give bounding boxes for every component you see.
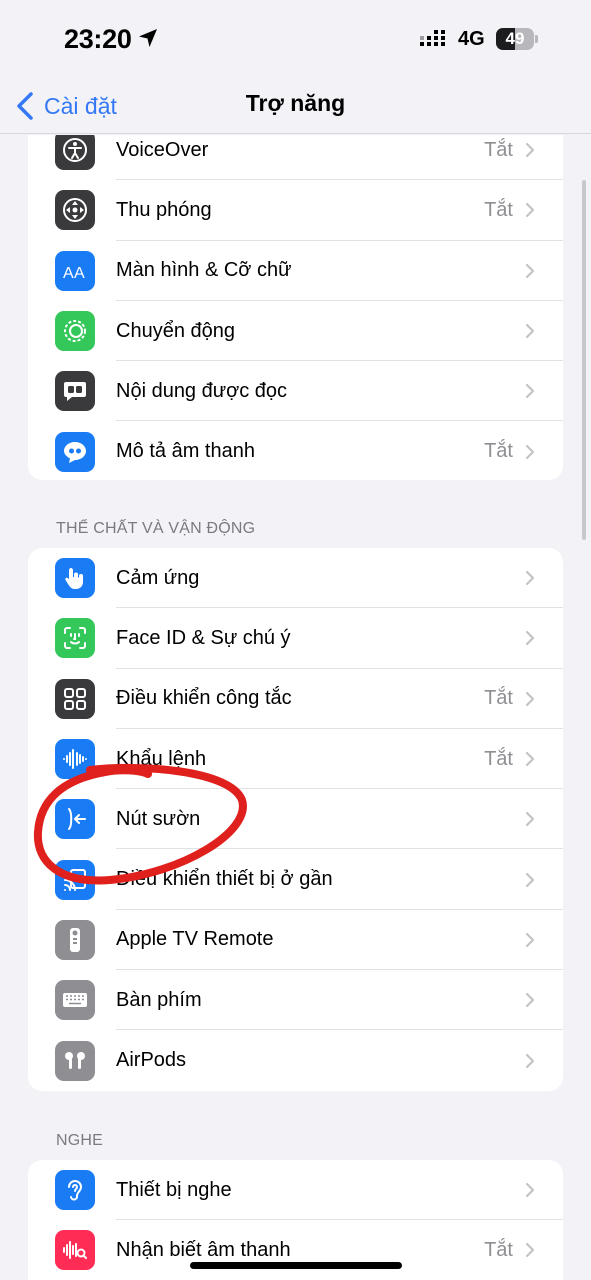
chevron-right-icon [525, 1183, 535, 1198]
row-value: Tắt [484, 198, 513, 221]
row-display-text-size[interactable]: AA Màn hình & Cỡ chữ [28, 241, 563, 302]
row-label: Nội dung được đọc [116, 379, 288, 402]
switch-control-icon [55, 678, 95, 719]
voice-control-icon [55, 739, 95, 780]
audio-description-icon [55, 431, 95, 472]
network-type: 4G [458, 28, 485, 50]
row-label: Chuyển động [116, 319, 235, 342]
chevron-right-icon [525, 384, 535, 399]
row-value: Tắt [484, 138, 513, 161]
status-time: 23:20 [64, 24, 132, 54]
row-motion[interactable]: Chuyển động [28, 301, 563, 362]
text-size-icon: AA [55, 250, 95, 291]
hearing-ear-icon [55, 1170, 95, 1211]
chevron-right-icon [525, 993, 535, 1008]
row-value: Tắt [484, 687, 513, 710]
settings-group-physical-motor: Cảm ứng Face ID & Sự chú ý Điều khiển cô… [28, 548, 563, 1091]
tv-remote-icon [55, 919, 95, 960]
cellular-signal-icon [420, 30, 445, 46]
row-label: Thiết bị nghe [116, 1178, 232, 1201]
row-label: VoiceOver [116, 138, 209, 161]
row-value: Tắt [484, 1238, 513, 1261]
row-hearing-devices[interactable]: Thiết bị nghe [28, 1160, 563, 1221]
row-voice-control[interactable]: Khẩu lệnh Tắt [28, 729, 563, 790]
row-label: Màn hình & Cỡ chữ [116, 259, 292, 282]
row-label: Bàn phím [116, 988, 202, 1011]
row-audio-descriptions[interactable]: Mô tả âm thanh Tắt [28, 421, 563, 480]
row-label: Điều khiển thiết bị ở gần [116, 868, 333, 891]
chevron-right-icon [525, 323, 535, 339]
row-label: Thu phóng [116, 198, 212, 221]
row-sound-recognition[interactable]: Nhận biết âm thanh Tắt [28, 1220, 563, 1280]
spoken-content-icon [55, 371, 95, 412]
navigation-bar: Cài đặt Trợ năng [0, 80, 591, 134]
home-indicator[interactable] [190, 1262, 402, 1269]
row-spoken-content[interactable]: Nội dung được đọc [28, 361, 563, 422]
sound-recognition-icon [55, 1230, 95, 1271]
motion-icon [55, 311, 95, 352]
face-id-icon [55, 618, 95, 659]
status-bar: 23:20 4G 49 [0, 0, 591, 80]
section-header-hearing: NGHE [56, 1132, 104, 1149]
row-touch[interactable]: Cảm ứng [28, 548, 563, 609]
row-value: Tắt [484, 747, 513, 770]
voiceover-icon [55, 135, 95, 171]
row-voiceover[interactable]: VoiceOver Tắt [28, 135, 563, 181]
battery-percent: 49 [505, 29, 525, 48]
row-label: AirPods [116, 1049, 187, 1072]
row-face-id-attention[interactable]: Face ID & Sự chú ý [28, 608, 563, 669]
chevron-right-icon [525, 263, 535, 278]
settings-group-vision: VoiceOver Tắt Thu phóng Tắt AA Màn hình … [28, 135, 563, 480]
battery-icon: 49 [496, 28, 538, 50]
svg-text:A: A [63, 265, 74, 282]
row-keyboards[interactable]: Bàn phím [28, 970, 563, 1031]
keyboard-icon [55, 980, 95, 1021]
touch-hand-icon [55, 558, 95, 599]
chevron-right-icon [525, 1053, 535, 1068]
row-label: Face ID & Sự chú ý [116, 626, 291, 649]
row-value: Tắt [484, 440, 513, 463]
zoom-icon [55, 190, 95, 231]
svg-text:A: A [74, 265, 85, 282]
scroll-indicator[interactable] [582, 180, 586, 540]
chevron-right-icon [525, 444, 535, 459]
row-label: Mô tả âm thanh [116, 440, 255, 463]
chevron-right-icon [525, 1243, 535, 1258]
chevron-right-icon [525, 691, 535, 706]
nearby-devices-icon [55, 859, 95, 900]
row-label: Apple TV Remote [116, 928, 274, 951]
page-title: Trợ năng [245, 90, 346, 116]
row-apple-tv-remote[interactable]: Apple TV Remote [28, 910, 563, 971]
row-label: Khẩu lệnh [116, 747, 207, 770]
row-airpods[interactable]: AirPods [28, 1030, 563, 1090]
row-zoom[interactable]: Thu phóng Tắt [28, 180, 563, 241]
row-label: Cảm ứng [116, 566, 200, 589]
chevron-right-icon [525, 203, 535, 218]
location-arrow-icon [139, 29, 157, 47]
row-label: Nhận biết âm thanh [116, 1238, 291, 1261]
section-header-physical-motor: THỂ CHẤT VÀ VẬN ĐỘNG [56, 520, 256, 537]
airpods-icon [55, 1040, 95, 1081]
chevron-right-icon [525, 932, 535, 948]
chevron-right-icon [525, 872, 535, 887]
settings-list[interactable]: VoiceOver Tắt Thu phóng Tắt AA Màn hình … [0, 135, 591, 1280]
chevron-right-icon [525, 812, 535, 827]
row-side-button[interactable]: Nút sườn [28, 789, 563, 850]
row-label: Nút sườn [116, 807, 201, 830]
row-switch-control[interactable]: Điều khiển công tắc Tắt [28, 669, 563, 730]
chevron-right-icon [525, 143, 535, 158]
chevron-right-icon [525, 571, 535, 586]
row-label: Điều khiển công tắc [116, 687, 292, 710]
row-control-nearby-devices[interactable]: Điều khiển thiết bị ở gần [28, 849, 563, 911]
side-button-icon [55, 799, 95, 840]
chevron-right-icon [525, 631, 535, 646]
chevron-right-icon [525, 751, 535, 767]
